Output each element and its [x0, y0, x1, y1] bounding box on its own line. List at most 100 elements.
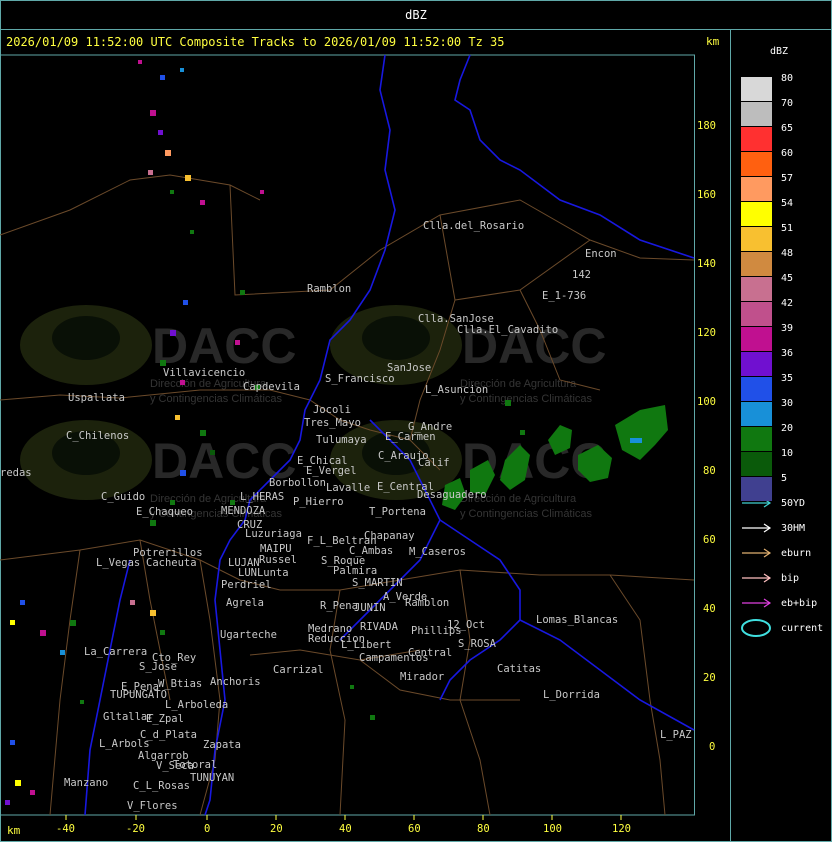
legend-swatch-label: 60: [781, 148, 794, 159]
y-tick-label: 160: [697, 189, 716, 201]
place-label: Calif: [418, 457, 450, 469]
x-axis: -40 -20 0 20 40 60 80 100 120: [56, 815, 631, 835]
x-tick-label: 20: [270, 823, 283, 835]
svg-text:DACC: DACC: [152, 318, 296, 374]
y-tick-label: 140: [697, 258, 716, 270]
track-label-ebbip: eb+bip: [781, 598, 818, 609]
x-tick-label: 100: [543, 823, 562, 835]
place-label: Uspallata: [68, 392, 125, 404]
arrow-30hm-icon: [742, 523, 772, 533]
place-label: Ugarteche: [220, 629, 277, 641]
place-label: Perdriel: [221, 579, 272, 591]
legend-swatch: [741, 327, 772, 351]
track-label-eburn: eburn: [781, 548, 812, 559]
legend-swatch-label: 39: [781, 323, 794, 334]
legend-swatch-label: 42: [781, 298, 794, 309]
legend-swatch-label: 80: [781, 73, 794, 84]
legend-swatch-label: 70: [781, 98, 794, 109]
place-label: Tres_Mayo: [304, 417, 361, 429]
place-label: Capdevila: [243, 381, 300, 393]
track-label-30hm: 30HM: [781, 523, 806, 534]
y-tick-label: 100: [697, 396, 716, 408]
place-label: TUNUYAN: [190, 772, 234, 784]
legend-swatch-label: 30: [781, 398, 794, 409]
x-tick-label: 120: [612, 823, 631, 835]
legend-title: dBZ: [770, 46, 789, 57]
legend-swatch: [741, 102, 772, 126]
place-label: L_Vegas: [96, 557, 140, 569]
place-label: Jocoli: [313, 404, 351, 416]
place-label: LUNLunta: [238, 567, 289, 579]
legend-swatch: [741, 77, 772, 101]
legend-swatch: [741, 127, 772, 151]
legend-swatch: [741, 427, 772, 451]
legend-swatch: [741, 177, 772, 201]
place-label: C_Chilenos: [66, 430, 129, 442]
x-tick-label: 80: [477, 823, 490, 835]
place-label: L_Libert: [341, 639, 392, 651]
place-label: Gltallar: [103, 711, 154, 723]
track-label-50yd: 50YD: [781, 498, 806, 509]
place-label: M_Caseros: [409, 546, 466, 558]
arrow-bip-icon: [742, 573, 772, 583]
dacc-logo-icon: [20, 305, 152, 385]
place-label: S_Francisco: [325, 373, 395, 385]
place-label: RIVADA: [360, 621, 399, 633]
place-label: C_Guido: [101, 491, 145, 503]
legend-swatch-label: 35: [781, 373, 794, 384]
legend-track-arrows: [741, 498, 772, 637]
place-label: Borbollon: [269, 477, 326, 489]
place-label: Totoral: [173, 759, 217, 771]
place-label: Russel: [259, 554, 297, 566]
place-label: TUPUNGATO: [110, 689, 167, 701]
legend-swatch: [741, 377, 772, 401]
place-label: Ramblon: [405, 597, 449, 609]
place-label: Clla.El_Cavadito: [457, 324, 558, 336]
place-label: L_Arboleda: [165, 699, 228, 711]
legend-swatch-label: 36: [781, 348, 794, 359]
legend-swatch-label: 20: [781, 423, 794, 434]
place-label: Catitas: [497, 663, 541, 675]
legend-swatch: [741, 402, 772, 426]
place-label: Tulumaya: [316, 434, 367, 446]
legend-swatch: [741, 477, 772, 501]
y-tick-label: 80: [703, 465, 716, 477]
place-label: E_1-736: [542, 290, 586, 302]
svg-text:y Contingencias Climáticas: y Contingencias Climáticas: [460, 508, 593, 520]
legend-swatch: [741, 227, 772, 251]
place-label: Agrela: [226, 597, 264, 609]
place-label: Clla.del_Rosario: [423, 220, 524, 232]
place-label: Cacheuta: [146, 557, 197, 569]
place-label: P_Hierro: [293, 496, 344, 508]
legend-swatch-label: 51: [781, 223, 794, 234]
place-label: MENDOZA: [221, 505, 266, 517]
place-label: S_Jose: [139, 661, 177, 673]
place-label: Central: [408, 647, 452, 659]
place-label: redas: [0, 467, 32, 479]
radar-map[interactable]: DACC DACC DACC DACC Dirección de Agricul…: [0, 0, 832, 842]
y-tick-label: 180: [697, 120, 716, 132]
place-label: E_Chaqueo: [136, 506, 193, 518]
legend-swatch: [741, 452, 772, 476]
legend-swatch: [741, 277, 772, 301]
place-label: Carrizal: [273, 664, 324, 676]
legend-swatch-label: 65: [781, 123, 794, 134]
axis-unit-top: km: [706, 35, 720, 48]
place-label: La_Carrera: [84, 646, 147, 658]
y-axis: 180 160 140 120 100 80 60 40 20 0: [697, 120, 716, 753]
place-label: Desaguadero: [417, 489, 487, 501]
legend-swatch: [741, 202, 772, 226]
place-label: C_L_Rosas: [133, 780, 190, 792]
legend-swatch: [741, 252, 772, 276]
current-cell-icon: [741, 619, 771, 637]
x-tick-label: -40: [56, 823, 75, 835]
place-label: L_Arbols: [99, 738, 150, 750]
x-tick-label: -20: [126, 823, 145, 835]
place-label: L_Dorrida: [543, 689, 600, 701]
y-tick-label: 0: [709, 741, 715, 753]
place-label: Lavalle: [326, 482, 370, 494]
y-tick-label: 40: [703, 603, 716, 615]
track-label-bip: bip: [781, 573, 800, 584]
place-label: V_Flores: [127, 800, 178, 812]
place-label: Palmira: [333, 565, 377, 577]
